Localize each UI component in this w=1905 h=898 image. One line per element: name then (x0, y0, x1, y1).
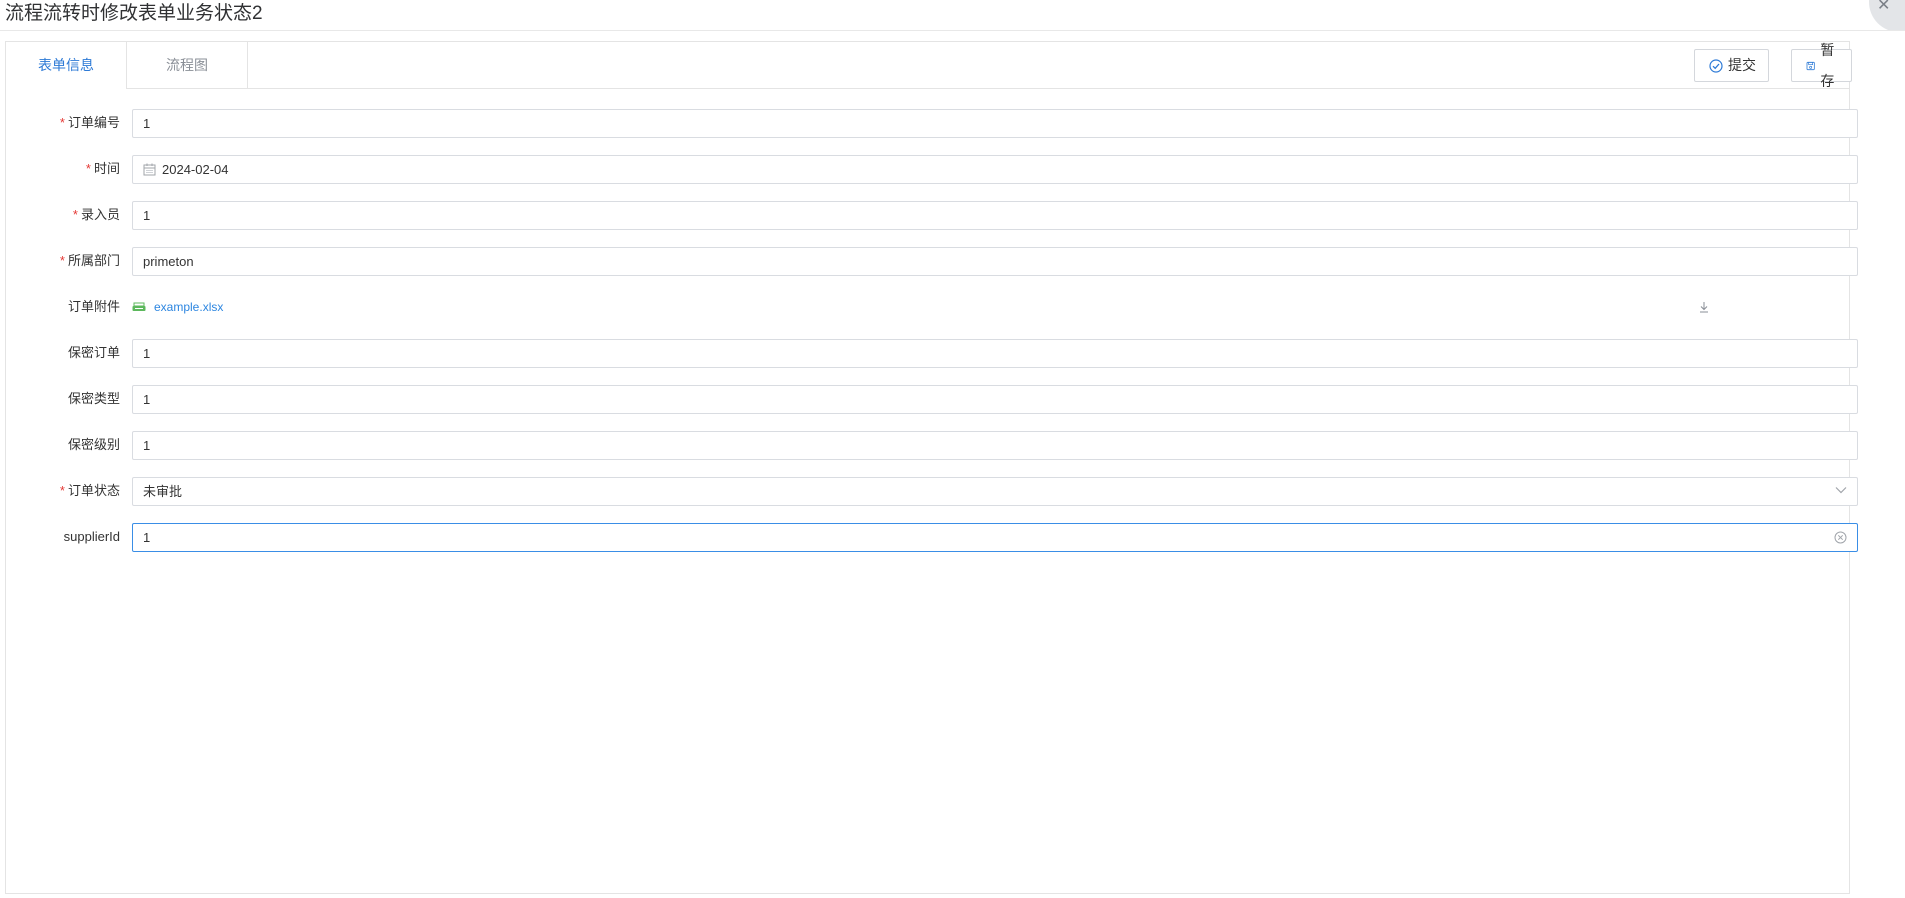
required-mark: * (72, 207, 78, 222)
form-row-confidential-level: 保密级别 1 (6, 430, 1858, 460)
order-status-label: * 订单状态 (6, 476, 120, 506)
required-mark: * (85, 161, 91, 176)
required-mark: * (59, 253, 65, 268)
supplier-id-input[interactable]: 1 (132, 523, 1858, 552)
title-divider (0, 30, 1905, 31)
entry-clerk-label: * 录入员 (6, 200, 120, 230)
form-row-department: * 所属部门 primeton (6, 246, 1858, 276)
order-no-label: * 订单编号 (6, 108, 120, 138)
clear-icon[interactable] (1834, 531, 1847, 544)
time-label-text: 时间 (93, 161, 120, 176)
confidential-level-input[interactable]: 1 (132, 431, 1858, 460)
confidential-order-label: 保密订单 (67, 345, 120, 360)
confidential-order-input[interactable]: 1 (132, 339, 1858, 368)
form-row-time: * 时间 2024-02-04 (6, 154, 1858, 184)
order-status-value: 未审批 (143, 484, 183, 499)
required-mark: * (59, 115, 65, 130)
attachment-item: example.xlsx (132, 292, 223, 322)
save-draft-button[interactable]: 暂存 (1791, 42, 1852, 89)
department-label-text: 所属部门 (67, 253, 120, 268)
required-mark: * (59, 483, 65, 498)
time-label: * 时间 (6, 154, 120, 184)
form-row-confidential-type: 保密类型 1 (6, 384, 1858, 414)
department-input[interactable]: primeton (132, 247, 1858, 276)
form-row-entry-clerk: * 录入员 1 (6, 200, 1858, 230)
order-no-label-text: 订单编号 (67, 115, 120, 130)
attachment-label: 订单附件 (67, 299, 120, 314)
submit-button[interactable]: 提交 (1694, 49, 1769, 82)
attachment-file-link[interactable]: example.xlsx (154, 292, 223, 322)
order-status-select[interactable]: 未审批 (132, 477, 1858, 506)
form-panel: 表单信息 流程图 提交 暂存 * 订单编号 1 * 时间 2024-02-04 … (5, 41, 1858, 894)
download-icon[interactable] (1699, 301, 1709, 313)
form-row-order-status: * 订单状态 未审批 (6, 476, 1858, 506)
confidential-type-input[interactable]: 1 (132, 385, 1858, 414)
close-button[interactable]: ✕ (1861, 0, 1905, 30)
tab-form-info[interactable]: 表单信息 (6, 42, 127, 89)
department-label: * 所属部门 (6, 246, 120, 276)
entry-clerk-label-text: 录入员 (80, 207, 120, 222)
supplier-id-value: 1 (143, 530, 151, 545)
chevron-down-icon (1835, 487, 1847, 494)
supplier-id-label: supplierId (63, 529, 120, 544)
order-no-input[interactable]: 1 (132, 109, 1858, 138)
form-row-order-no: * 订单编号 1 (6, 108, 1858, 138)
order-status-label-text: 订单状态 (67, 483, 120, 498)
tab-bar: 表单信息 流程图 提交 暂存 (6, 42, 1852, 89)
form-row-confidential-order: 保密订单 1 (6, 338, 1858, 368)
check-circle-icon (1709, 58, 1723, 73)
calendar-icon (143, 163, 156, 176)
form-row-supplier-id: supplierId 1 (6, 522, 1858, 552)
dialog-title: 流程流转时修改表单业务状态2 (5, 3, 263, 24)
spreadsheet-file-icon (132, 302, 146, 311)
time-date-picker[interactable]: 2024-02-04 (132, 155, 1858, 184)
entry-clerk-input[interactable]: 1 (132, 201, 1858, 230)
confidential-level-label: 保密级别 (67, 437, 120, 452)
submit-button-label: 提交 (1728, 57, 1756, 73)
time-value: 2024-02-04 (162, 162, 229, 177)
close-icon: ✕ (1877, 0, 1891, 14)
tab-flow-chart[interactable]: 流程图 (127, 42, 248, 89)
save-icon (1806, 61, 1815, 70)
save-draft-button-label: 暂存 (1820, 41, 1835, 89)
confidential-type-label: 保密类型 (67, 391, 120, 406)
form-row-attachment: 订单附件 example.xlsx (6, 292, 1851, 322)
